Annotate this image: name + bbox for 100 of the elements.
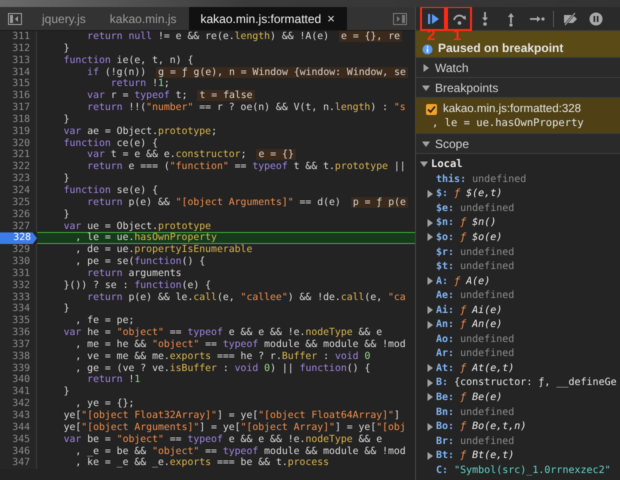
variable-value: "Symbol(src)_1.0rrnexzec2": [453, 464, 611, 476]
breakpoint-item[interactable]: kakao.min.js:formatted:328 , le = ue.hasOwnProperty: [416, 98, 620, 134]
scope-group[interactable]: Local: [431, 158, 463, 170]
scope-header[interactable]: Scope: [416, 134, 620, 154]
code-line: , _e = be && "object" == typeof module && module && !mod: [74, 446, 407, 458]
file-tab[interactable]: jquery.js: [30, 7, 98, 30]
expand-arrow-icon[interactable]: [426, 364, 434, 372]
expand-arrow-icon[interactable]: [426, 452, 434, 460]
breakpoints-header[interactable]: Breakpoints: [416, 78, 620, 98]
code-line: , ke = _e && _e.exports === be && t.process: [74, 457, 330, 470]
code-line: var ue = Object.prototype: [62, 220, 212, 232]
variable-name: B:: [436, 377, 448, 388]
panel-toggle-icon: [8, 12, 22, 24]
variable-value: ƒ A(e): [453, 276, 490, 287]
code-line: }: [62, 42, 70, 55]
code-line: }: [62, 114, 70, 126]
line-number[interactable]: 328: [0, 232, 37, 244]
code-line: }()) ? se : function(e) {: [62, 280, 212, 292]
breakpoint-location: kakao.min.js:formatted:328: [443, 103, 582, 115]
info-icon: [422, 44, 433, 55]
expand-arrow-icon[interactable]: [420, 160, 428, 168]
code-line: function ce(e) {: [62, 138, 159, 150]
expand-arrow-icon[interactable]: [426, 422, 434, 431]
expand-arrow-icon[interactable]: [426, 378, 434, 387]
variable-value: undefined: [459, 290, 514, 302]
variable-name: Bn:: [436, 406, 454, 418]
variable-value: undefined: [459, 436, 514, 447]
variable-value: ƒ $n(): [459, 217, 496, 228]
code-line: function se(e) {: [62, 184, 159, 197]
expand-arrow-icon[interactable]: [426, 190, 434, 198]
variable-name: Bt:: [436, 450, 454, 462]
code-line: ye["[object Arguments]"] = ye["[object Array]"] = ye["[obj: [62, 422, 407, 434]
checkbox[interactable]: [426, 104, 437, 114]
variable-name: A:: [436, 276, 448, 287]
variable-value: ƒ At(e,t): [459, 362, 514, 374]
code-line: , de = ue.propertyIsEnumerable: [74, 244, 254, 256]
variable-value: ƒ An(e): [459, 319, 502, 330]
code-line: return !1: [86, 374, 142, 386]
expand-arrow-icon[interactable]: [426, 320, 434, 329]
variable-name: Be:: [436, 392, 454, 403]
section-title: Watch: [435, 60, 469, 74]
variable-value: undefined: [459, 334, 514, 345]
expand-arrow-icon[interactable]: [422, 140, 430, 148]
panel-toggle-icon: [393, 12, 407, 24]
status-text: Paused on breakpoint: [438, 41, 564, 55]
variable-value: undefined: [459, 202, 514, 214]
variable-value: undefined: [459, 246, 514, 258]
variable-value: undefined: [471, 174, 526, 185]
code-line: , ye = {};: [74, 398, 136, 410]
file-tab[interactable]: kakao.min.js:formatted ×: [188, 7, 347, 30]
variable-name: Ar:: [436, 348, 454, 360]
variable-name: At:: [436, 362, 454, 374]
variable-name: Ai:: [436, 304, 454, 316]
code-line: var be = "object" == typeof e && e && !e.nodeType && e: [62, 434, 384, 446]
code-line: return null != e && re(e.length) && !A(e) e = {}, re: [86, 31, 404, 43]
expand-arrow-icon[interactable]: [422, 84, 430, 92]
variable-name: An:: [436, 319, 454, 330]
variable-value: undefined: [459, 348, 514, 360]
section-title: Breakpoints: [435, 80, 498, 94]
close-button[interactable]: ×: [327, 11, 335, 26]
code-line: }: [62, 386, 70, 398]
watch-header[interactable]: Watch: [416, 58, 620, 78]
expand-arrow-icon[interactable]: [426, 218, 434, 227]
code-line: , ve = me && me.exports === he ? r.Buffer : void 0: [74, 350, 372, 363]
variable-name: $:: [436, 188, 448, 200]
code-line: ye["[object Float32Array]"] = ye["[object Float64Array]"]: [62, 410, 401, 422]
code-line: , pe = se(function() {: [74, 256, 206, 268]
code-line: }: [62, 303, 70, 316]
variable-name: $o:: [436, 232, 454, 243]
code-line: return e === ("function" == typeof t && t.prototype ||: [86, 161, 407, 174]
code-line: , ge = (ve ? ve.isBuffer : void 0) || function() {: [74, 362, 372, 374]
code-line: return p(e) && le.call(e, "callee") && !de.call(e, "ca: [86, 292, 407, 304]
code-line: var t = e && e.constructor; e = {}: [86, 149, 297, 162]
code-line: var he = "object" == typeof e && e && !e.nodeType && e: [62, 327, 384, 339]
variable-name: Ae:: [436, 290, 454, 302]
section-title: Scope: [435, 136, 470, 150]
breakpoint-code: , le = ue.hasOwnProperty: [431, 117, 585, 129]
variable-value: {constructor: ƒ, __defineGe: [453, 377, 617, 388]
check-icon: [427, 104, 436, 114]
file-tab[interactable]: kakao.min.js: [98, 7, 188, 30]
variable-name: this:: [436, 174, 466, 185]
code-line: , me = he && "object" == typeof module && module && !mod: [74, 338, 407, 351]
expand-arrow-icon[interactable]: [426, 233, 434, 242]
variable-value: ƒ Bt(e,t): [459, 450, 514, 462]
expand-arrow-icon[interactable]: [426, 277, 434, 286]
expand-arrow-icon[interactable]: [426, 393, 434, 402]
variable-name: $r:: [436, 246, 454, 258]
variable-name: Br:: [436, 436, 454, 447]
variable-value: ƒ $o(e): [459, 232, 502, 243]
variable-value: ƒ $(e,t): [453, 188, 502, 200]
expand-arrow-icon[interactable]: [422, 64, 430, 72]
variable-name: $t:: [436, 261, 454, 272]
variable-value: ƒ Bo(e,t,n): [459, 421, 526, 432]
variable-name: Ao:: [436, 334, 454, 345]
variable-value: ƒ Ai(e): [459, 304, 502, 316]
expand-arrow-icon[interactable]: [426, 306, 434, 314]
variable-value: undefined: [459, 261, 514, 272]
variable-name: $n:: [436, 217, 454, 228]
code-line: var r = typeof t; t = false: [86, 90, 256, 102]
variable-name: C:: [436, 464, 448, 476]
